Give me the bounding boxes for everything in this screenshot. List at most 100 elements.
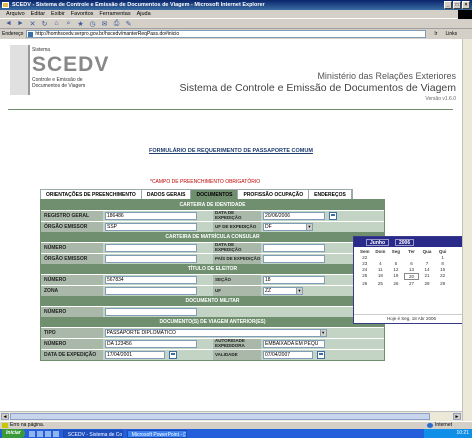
maximize-button[interactable]: □: [453, 1, 461, 9]
taskbar: Iniciar SCEDV - Sistema de Co... Microso…: [0, 429, 472, 438]
form-title[interactable]: FORMULÁRIO DE REQUERIMENTO DE PASSAPORTE…: [0, 148, 462, 154]
start-button[interactable]: Iniciar: [2, 429, 25, 438]
quick-launch-icon[interactable]: [52, 430, 59, 437]
quick-launch-icon[interactable]: [44, 430, 51, 437]
calendar-day[interactable]: [388, 255, 404, 260]
calendar-day[interactable]: 15: [435, 267, 451, 272]
calendar-year[interactable]: 2006: [395, 238, 415, 246]
calendar-icon[interactable]: [169, 351, 177, 359]
calendar-day[interactable]: 26: [388, 281, 404, 286]
mail-icon[interactable]: ✉: [100, 20, 109, 28]
weekday-header: Sem: [360, 249, 370, 254]
orgao-emissor-id-input[interactable]: [105, 223, 197, 231]
pais-expedicao-input[interactable]: [263, 255, 325, 263]
favorites-icon[interactable]: ★: [76, 20, 85, 28]
secao-input[interactable]: [263, 276, 325, 284]
close-button[interactable]: ×: [462, 1, 470, 9]
refresh-icon[interactable]: ↻: [40, 20, 49, 28]
section-identidade: CARTEIRA DE IDENTIDADE: [41, 200, 384, 210]
label-data-expedicao-id: DATA DE EXPEDIÇÃO: [213, 210, 261, 221]
calendar-day[interactable]: 12: [388, 267, 404, 272]
calendar-day[interactable]: 25: [373, 281, 389, 286]
uf-expedicao-select[interactable]: DF ▼: [263, 223, 313, 231]
home-icon[interactable]: ⌂: [52, 20, 61, 27]
data-expedicao-viagem-input[interactable]: [105, 351, 165, 359]
scroll-right-icon[interactable]: ►: [453, 413, 461, 420]
calendar-day[interactable]: 19: [388, 273, 404, 280]
calendar-day[interactable]: 8: [435, 261, 451, 266]
go-button[interactable]: Ir: [434, 31, 437, 37]
calendar-day[interactable]: 28: [419, 281, 435, 286]
validade-input[interactable]: [263, 351, 313, 359]
calendar-day[interactable]: 14: [419, 267, 435, 272]
logo-emblem: [10, 45, 30, 95]
calendar-day[interactable]: 1: [435, 255, 451, 260]
quick-launch-icon[interactable]: [36, 430, 43, 437]
calendar-day[interactable]: 29: [435, 281, 451, 286]
calendar-day[interactable]: 21: [419, 273, 435, 280]
calendar-day[interactable]: [419, 255, 435, 260]
back-icon[interactable]: ◄: [4, 20, 13, 27]
numero-viagem-input[interactable]: [105, 340, 197, 348]
menu-arquivo[interactable]: Arquivo: [6, 10, 25, 18]
uf-titulo-select[interactable]: ZZ ▼: [263, 287, 303, 295]
history-icon[interactable]: ◷: [88, 20, 97, 28]
date-picker-popup[interactable]: Junho 2006 Sem Dom Seg Ter Qua Qui 22 1 …: [353, 236, 470, 324]
calendar-day[interactable]: [373, 255, 389, 260]
warning-icon[interactable]: [2, 423, 8, 428]
calendar-day[interactable]: 22: [435, 273, 451, 280]
required-note: *CAMPO DE PREENCHIMENTO OBRIGATÓRIO: [150, 179, 261, 185]
scroll-thumb[interactable]: [10, 413, 430, 420]
data-expedicao-id-input[interactable]: [263, 212, 325, 220]
horizontal-scrollbar[interactable]: ◄ ►: [0, 411, 462, 421]
calendar-day[interactable]: 13: [404, 267, 420, 272]
search-icon[interactable]: ⌕: [64, 20, 73, 28]
calendar-day[interactable]: 7: [419, 261, 435, 266]
tipo-select[interactable]: PASSAPORTE DIPLOMÁTICO ▼: [104, 329, 327, 337]
edit-icon[interactable]: ✎: [124, 20, 133, 28]
chevron-down-icon: ▼: [306, 224, 312, 230]
calendar-icon[interactable]: [329, 212, 337, 220]
zona-input[interactable]: [105, 287, 197, 295]
orgao-emissor-mat-input[interactable]: [105, 255, 197, 263]
calendar-day[interactable]: 18: [373, 273, 389, 280]
vertical-scrollbar[interactable]: [462, 39, 472, 421]
menu-ajuda[interactable]: Ajuda: [137, 10, 151, 18]
numero-militar-input[interactable]: [105, 308, 197, 316]
calendar-month[interactable]: Junho: [366, 238, 389, 246]
links-button[interactable]: Links: [445, 31, 457, 37]
numero-titulo-input[interactable]: [105, 276, 197, 284]
quick-launch-icon[interactable]: [28, 430, 35, 437]
data-expedicao-mat-input[interactable]: [263, 244, 325, 252]
numero-matricula-input[interactable]: [105, 244, 197, 252]
menu-favoritos[interactable]: Favoritos: [71, 10, 94, 18]
forward-icon[interactable]: ►: [16, 20, 25, 27]
scroll-left-icon[interactable]: ◄: [1, 413, 9, 420]
stop-icon[interactable]: ✕: [28, 20, 37, 28]
address-input[interactable]: http://homhscedv.serpro.gov.br/hscedv/ma…: [26, 30, 427, 38]
status-text[interactable]: Erro na página.: [10, 422, 44, 428]
taskbar-item-powerpoint[interactable]: Microsoft PowerPoint - [1...: [126, 429, 187, 438]
menu-exibir[interactable]: Exibir: [51, 10, 65, 18]
print-icon[interactable]: ⎙: [112, 20, 121, 28]
calendar-day[interactable]: [404, 255, 420, 260]
section-militar: DOCUMENTO MILITAR: [41, 296, 384, 306]
minimize-button[interactable]: _: [444, 1, 452, 9]
weekday-header: Ter: [408, 249, 415, 254]
calendar-day[interactable]: 5: [388, 261, 404, 266]
taskbar-item-ie[interactable]: SCEDV - Sistema de Co...: [62, 429, 123, 438]
calendar-day[interactable]: 6: [404, 261, 420, 266]
label-registro-geral: REGISTRO GERAL: [41, 211, 103, 221]
calendar-day[interactable]: 11: [373, 267, 389, 272]
autoridade-input[interactable]: [263, 340, 325, 348]
calendar-day[interactable]: 4: [373, 261, 389, 266]
calendar-today[interactable]: Hoje é Seg, 18 Abr 2006: [354, 314, 469, 321]
calendar-day[interactable]: 27: [404, 281, 420, 286]
calendar-icon[interactable]: [317, 351, 325, 359]
menu-editar[interactable]: Editar: [31, 10, 45, 18]
weekday-header: Qui: [438, 249, 447, 254]
registro-geral-input[interactable]: [105, 212, 197, 220]
ie-icon: [2, 2, 9, 8]
calendar-day-selected[interactable]: 20: [403, 273, 420, 280]
menu-ferramentas[interactable]: Ferramentas: [99, 10, 130, 18]
